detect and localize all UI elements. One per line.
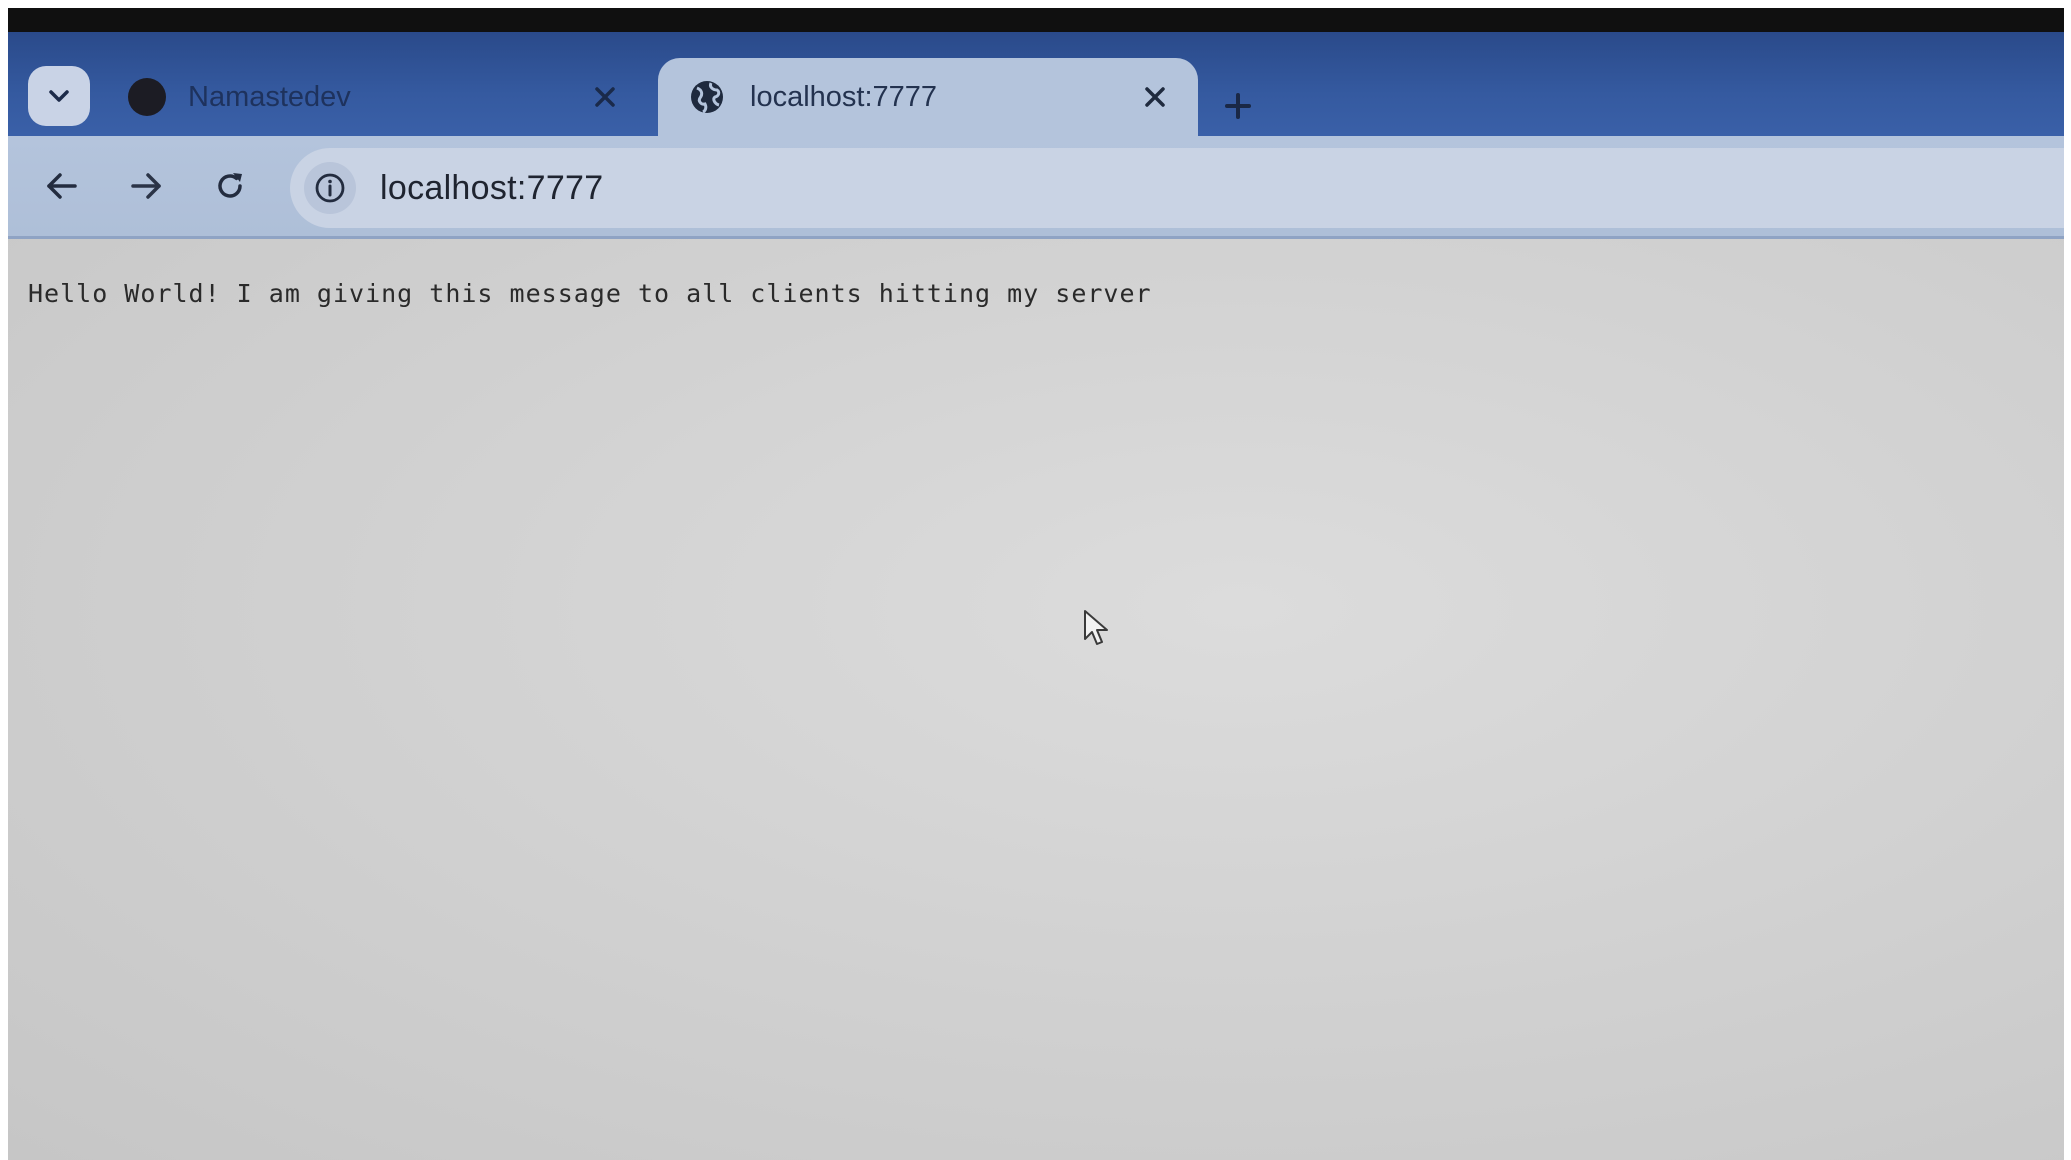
close-icon — [1145, 87, 1165, 107]
globe-icon — [691, 81, 723, 114]
page-viewport: Hello World! I am giving this message to… — [8, 239, 2064, 1160]
forward-button[interactable] — [118, 158, 174, 214]
tab-close-button[interactable] — [1136, 78, 1174, 116]
reload-icon — [218, 173, 242, 198]
info-icon — [315, 173, 345, 203]
close-icon — [595, 87, 615, 107]
new-tab-button[interactable] — [1216, 84, 1260, 128]
tab-title: localhost:7777 — [750, 80, 938, 113]
page-body-text: Hello World! I am giving this message to… — [28, 279, 1152, 308]
arrow-right-icon — [131, 173, 161, 199]
back-button[interactable] — [34, 158, 90, 214]
tab-title: Namastedev — [188, 80, 351, 113]
address-bar[interactable]: localhost:7777 — [290, 148, 2064, 228]
tab-close-button[interactable] — [586, 78, 624, 116]
url-text: localhost:7777 — [380, 168, 604, 207]
tab-localhost[interactable]: localhost:7777 — [658, 58, 1198, 136]
reload-button[interactable] — [202, 158, 258, 214]
tab-search-button[interactable] — [28, 66, 90, 126]
chevron-down-icon — [49, 90, 69, 102]
plus-icon — [1225, 93, 1251, 119]
dark-circle-icon — [128, 78, 166, 116]
browser-toolbar: localhost:7777 — [8, 136, 2064, 239]
arrow-left-icon — [47, 173, 77, 199]
mouse-cursor-icon — [1084, 610, 1108, 645]
tab-strip: Namastedev localhost:7777 — [8, 32, 2064, 136]
tab-namastedev[interactable]: Namastedev — [108, 58, 648, 136]
site-info-button[interactable] — [304, 162, 356, 214]
browser-window: Namastedev localhost:7777 localhost:7777… — [8, 8, 2064, 1160]
